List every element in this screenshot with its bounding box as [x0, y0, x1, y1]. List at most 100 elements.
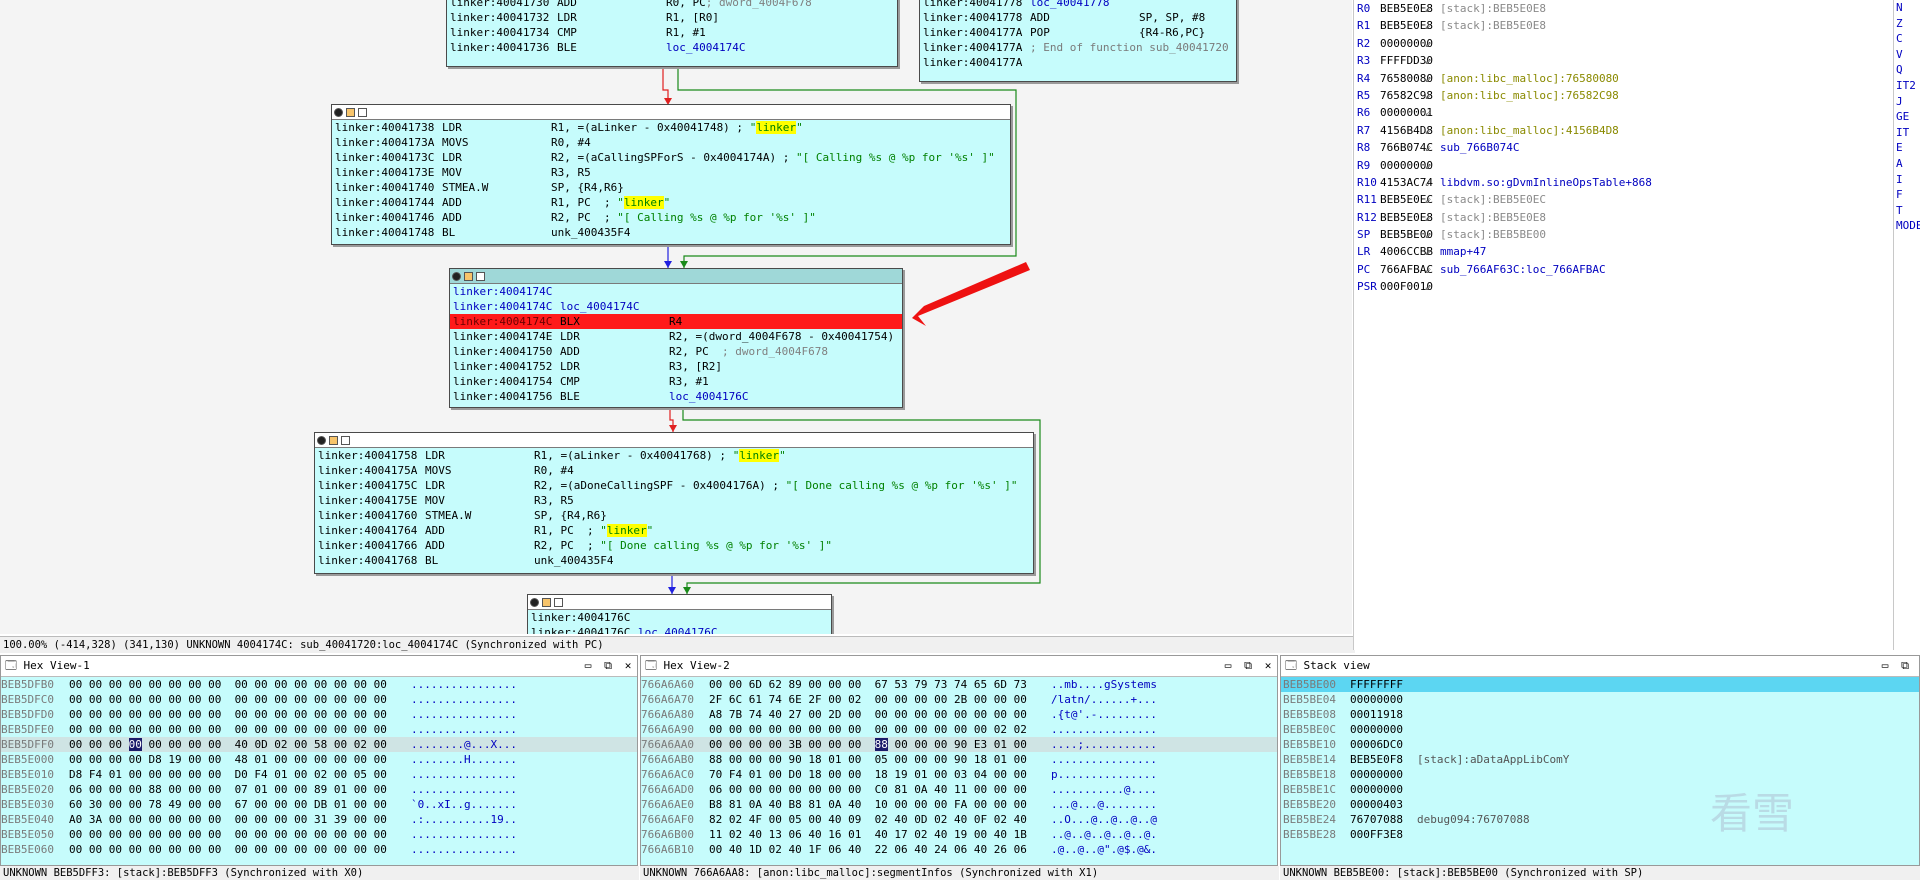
stack-value[interactable]: 00000403 [1350, 797, 1403, 812]
hex-row[interactable]: BEB5DFF0 00 00 00 00 00 00 00 00 40 0D 02… [1, 737, 637, 752]
code-line[interactable]: linker:40041734 CMP R1, #1 [447, 25, 897, 40]
code-block-function-end[interactable]: linker:40041778 loc_40041778 linker:400417… [919, 0, 1237, 82]
jump-arrow-icon[interactable]: ⇙ [1425, 261, 1432, 278]
flag-v[interactable]: V [1894, 47, 1920, 63]
code-line[interactable]: linker:40041778 loc_40041778 [920, 0, 1236, 10]
hex-bytes[interactable]: 70 F4 01 00 D0 18 00 00 18 19 01 00 03 0… [709, 767, 1027, 782]
hex-row[interactable]: BEB5DFD0 00 00 00 00 00 00 00 00 00 00 00… [1, 707, 637, 722]
code-line[interactable]: linker:4004174C BLX R4 [450, 314, 902, 329]
jump-arrow-icon[interactable]: ⇙ [1425, 226, 1432, 243]
code-block-calling-log[interactable]: linker:40041738 LDR R1, =(aLinker - 0x4004… [331, 104, 1011, 245]
code-line[interactable]: linker:4004176C loc_4004176C [528, 625, 831, 634]
code-block-current[interactable]: linker:4004174C linker:4004174C loc_400417… [449, 268, 903, 408]
code-line[interactable]: linker:4004175A MOVS R0, #4 [315, 463, 1033, 478]
hex-bytes[interactable]: 88 00 00 00 90 18 01 00 05 00 00 00 90 1… [709, 752, 1027, 767]
hex-bytes[interactable]: 11 02 40 13 06 40 16 01 40 17 02 40 19 0… [709, 827, 1027, 842]
hex-bytes[interactable]: 06 00 00 00 88 00 00 00 07 01 00 00 89 0… [69, 782, 387, 797]
restore-icon[interactable]: ⧉ [1241, 656, 1255, 676]
jump-arrow-icon[interactable]: ⇙ [1425, 0, 1432, 17]
jump-arrow-icon[interactable]: ⇙ [1425, 70, 1432, 87]
code-line[interactable]: linker:4004177A POP {R4-R6,PC} [920, 25, 1236, 40]
code-line[interactable]: linker:40041754 CMP R3, #1 [450, 374, 902, 389]
code-line[interactable]: linker:40041738 LDR R1, =(aLinker - 0x4004… [332, 120, 1010, 135]
code-line[interactable]: linker:4004173E MOV R3, R5 [332, 165, 1010, 180]
jump-arrow-icon[interactable]: ⇙ [1425, 35, 1432, 52]
register-row-r0[interactable]: R0 BEB5E0E8 ⇙ [stack]:BEB5E0E8 [1354, 0, 1894, 17]
code-line[interactable]: linker:4004174E LDR R2, =(dword_4004F678 -… [450, 329, 902, 344]
flag-mode[interactable]: MODE [1894, 218, 1920, 234]
stack-value[interactable]: 00000000 [1350, 692, 1403, 707]
hex-row[interactable]: BEB5E010 D8 F4 01 00 00 00 00 00 D0 F4 01… [1, 767, 637, 782]
code-line[interactable]: linker:40041766 ADD R2, PC ; "[ Done calli… [315, 538, 1033, 553]
hex-row[interactable]: 766A6AF0 82 02 4F 00 05 00 40 09 02 40 0D… [641, 812, 1277, 827]
hex-bytes[interactable]: 00 00 00 00 00 00 00 00 00 00 00 00 00 0… [69, 827, 387, 842]
hex-row[interactable]: 766A6A70 2F 6C 61 74 6E 2F 00 02 00 00 00… [641, 692, 1277, 707]
flag-f[interactable]: F [1894, 187, 1920, 203]
code-line[interactable]: linker:4004174C loc_4004174C [450, 299, 902, 314]
minimize-icon[interactable]: ▭ [1221, 656, 1235, 676]
stack-row[interactable]: BEB5BE08 00011918 [1281, 707, 1919, 722]
hex-bytes[interactable]: 00 00 00 00 00 00 00 00 00 00 00 00 00 0… [69, 707, 387, 722]
flags-panel[interactable]: N Z C V Q IT2 J GE IT E A I F T MODE [1893, 0, 1920, 650]
code-line[interactable]: linker:40041778 ADD SP, SP, #8 [920, 10, 1236, 25]
flag-q[interactable]: Q [1894, 62, 1920, 78]
code-line[interactable]: linker:40041732 LDR R1, [R0] [447, 10, 897, 25]
register-row-r12[interactable]: R12 BEB5E0E8 ⇙ [stack]:BEB5E0E8 [1354, 209, 1894, 226]
minimize-icon[interactable]: ▭ [581, 656, 595, 676]
stack-value[interactable]: 00000000 [1350, 782, 1403, 797]
jump-arrow-icon[interactable]: ⇙ [1425, 17, 1432, 34]
stack-row[interactable]: BEB5BE18 00000000 [1281, 767, 1919, 782]
stack-row[interactable]: BEB5BE14 BEB5E0F8 [stack]:aDataAppLibComY [1281, 752, 1919, 767]
disassembly-graph-view[interactable]: linker:40041730 ADD R0, PC; dword_4004F678… [0, 0, 1352, 634]
flag-ge[interactable]: GE [1894, 109, 1920, 125]
code-line[interactable]: linker:4004174C [450, 284, 902, 299]
hex-row[interactable]: 766A6B10 00 40 1D 02 40 1F 06 40 22 06 40… [641, 842, 1277, 857]
hex-bytes[interactable]: 60 30 00 00 78 49 00 00 67 00 00 00 DB 0… [69, 797, 387, 812]
hex-row[interactable]: 766A6AB0 88 00 00 00 90 18 01 00 05 00 00… [641, 752, 1277, 767]
hex-row[interactable]: BEB5DFE0 00 00 00 00 00 00 00 00 00 00 00… [1, 722, 637, 737]
stack-row[interactable]: BEB5BE00 FFFFFFFF [1281, 677, 1919, 692]
hex-row[interactable]: 766A6B00 11 02 40 13 06 40 16 01 40 17 02… [641, 827, 1277, 842]
register-row-r6[interactable]: R6 00000001 ⇙ [1354, 104, 1894, 121]
code-line[interactable]: linker:40041768 BL unk_400435F4 [315, 553, 1033, 568]
hex-bytes[interactable]: 00 00 00 00 D8 19 00 00 48 01 00 00 00 0… [69, 752, 387, 767]
hex-bytes[interactable]: 06 00 00 00 00 00 00 00 C0 81 0A 40 11 0… [709, 782, 1027, 797]
hex-bytes[interactable]: 00 00 00 00 00 00 00 00 00 00 00 00 00 0… [69, 677, 387, 692]
code-block-1[interactable]: linker:40041730 ADD R0, PC; dword_4004F678… [446, 0, 898, 67]
register-row-lr[interactable]: LR 4006CCBB ⇙ mmap+47 [1354, 243, 1894, 260]
hex-bytes[interactable]: 00 00 00 00 3B 00 00 00 88 00 00 00 90 E… [709, 737, 1027, 752]
jump-arrow-icon[interactable]: ⇙ [1425, 87, 1432, 104]
hex-row[interactable]: 766A6AC0 70 F4 01 00 D0 18 00 00 18 19 01… [641, 767, 1277, 782]
hex-bytes[interactable]: 00 00 6D 62 89 00 00 00 67 53 79 73 74 6… [709, 677, 1027, 692]
flag-c[interactable]: C [1894, 31, 1920, 47]
code-line[interactable]: linker:4004175C LDR R2, =(aDoneCallingSPF … [315, 478, 1033, 493]
close-icon[interactable]: ✕ [1261, 656, 1275, 676]
code-line[interactable]: linker:4004173C LDR R2, =(aCallingSPForS -… [332, 150, 1010, 165]
register-row-pc[interactable]: PC 766AFBAC ⇙ sub_766AF63C:loc_766AFBAC [1354, 261, 1894, 278]
hex-row[interactable]: 766A6A60 00 00 6D 62 89 00 00 00 67 53 79… [641, 677, 1277, 692]
register-row-r7[interactable]: R7 4156B4D8 ⇙ [anon:libc_malloc]:4156B4D8 [1354, 122, 1894, 139]
hex-row[interactable]: 766A6AE0 B8 81 0A 40 B8 81 0A 40 10 00 00… [641, 797, 1277, 812]
jump-arrow-icon[interactable]: ⇙ [1425, 191, 1432, 208]
restore-icon[interactable]: ⧉ [1898, 656, 1912, 676]
stack-value[interactable]: FFFFFFFF [1350, 677, 1403, 692]
flag-j[interactable]: J [1894, 94, 1920, 110]
hex-row[interactable]: 766A6AD0 06 00 00 00 00 00 00 00 C0 81 0A… [641, 782, 1277, 797]
code-line[interactable]: linker:40041750 ADD R2, PC ; dword_4004F67… [450, 344, 902, 359]
stack-row[interactable]: BEB5BE04 00000000 [1281, 692, 1919, 707]
code-line[interactable]: linker:40041758 LDR R1, =(aLinker - 0x4004… [315, 448, 1033, 463]
jump-arrow-icon[interactable]: ⇙ [1425, 209, 1432, 226]
code-line[interactable]: linker:40041764 ADD R1, PC ; "linker" [315, 523, 1033, 538]
stack-value[interactable]: 00011918 [1350, 707, 1403, 722]
hex-cursor[interactable]: 00 [128, 738, 142, 751]
register-row-psr[interactable]: PSR 000F0010 ⇙ [1354, 278, 1894, 295]
stack-row[interactable]: BEB5BE1C 00000000 [1281, 782, 1919, 797]
close-icon[interactable]: ✕ [621, 656, 635, 676]
code-block-loc-4004176C[interactable]: linker:4004176C linker:4004176C loc_400417… [527, 594, 832, 634]
jump-arrow-icon[interactable]: ⇙ [1425, 139, 1432, 156]
stack-value[interactable]: 00006DC0 [1350, 737, 1403, 752]
code-line[interactable]: linker:40041760 STMEA.W SP, {R4,R6} [315, 508, 1033, 523]
code-line[interactable]: linker:40041756 BLE loc_4004176C [450, 389, 902, 404]
jump-arrow-icon[interactable]: ⇙ [1425, 52, 1432, 69]
stack-row[interactable]: BEB5BE24 76707088 debug094:76707088 [1281, 812, 1919, 827]
